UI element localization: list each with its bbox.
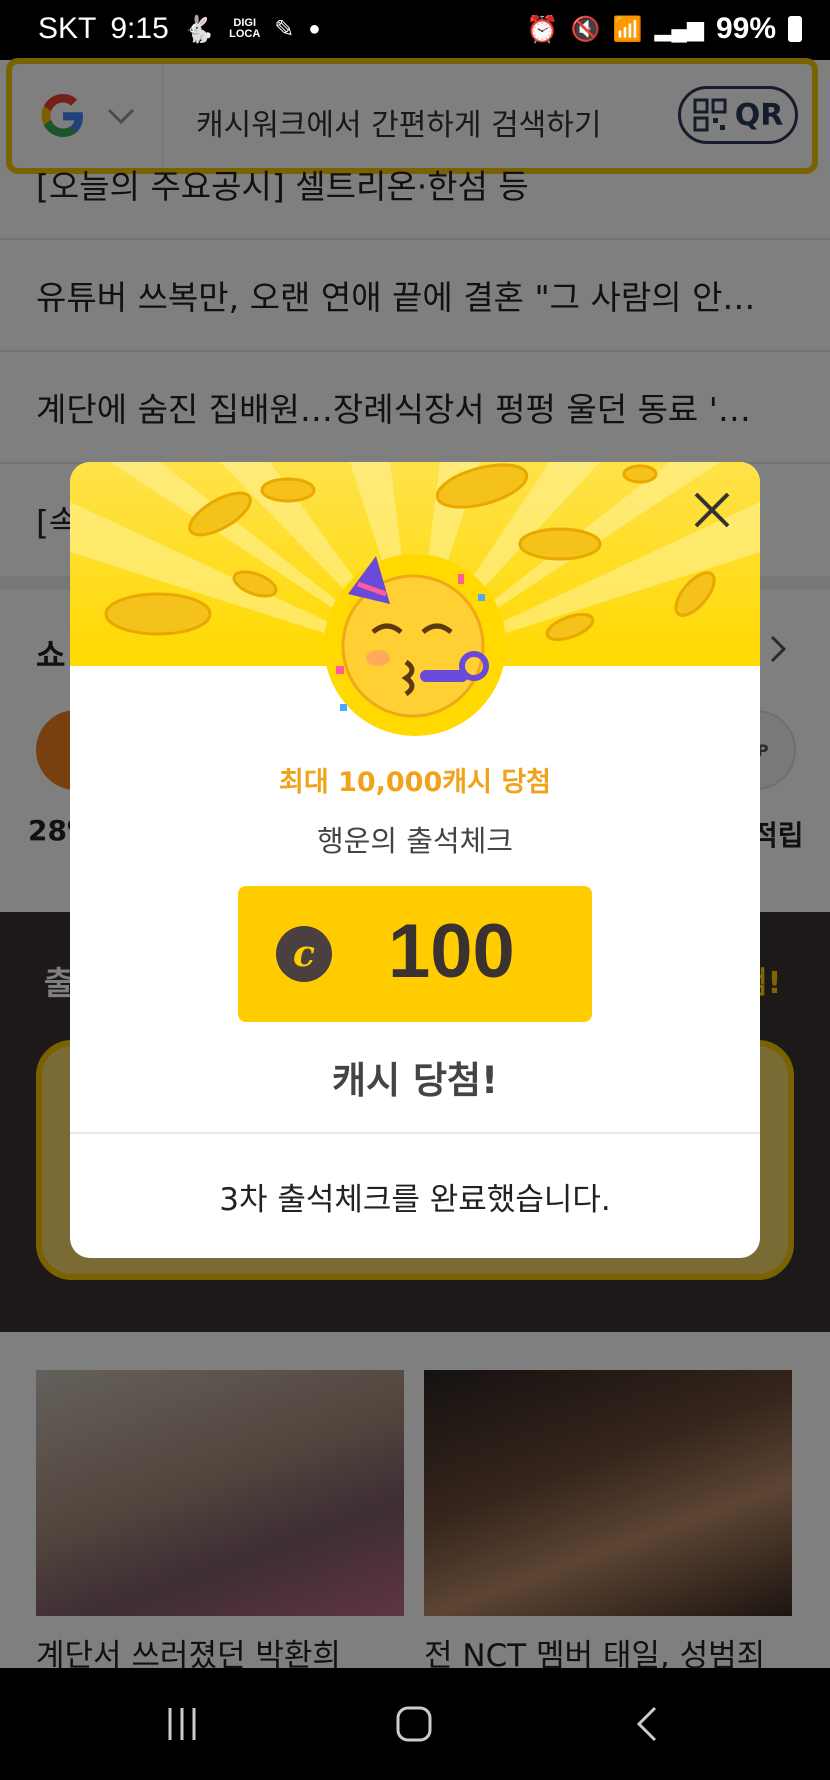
back-icon	[636, 1706, 657, 1742]
more-notifications-dot: ●	[308, 17, 321, 40]
battery-icon	[788, 16, 802, 42]
digiloca-badge: DIGI LOCA	[229, 17, 261, 40]
party-face-icon	[336, 556, 489, 718]
attendance-reward-modal: 최대 10,000캐시 당첨 행운의 출석체크 c 100 캐시 당첨! 3차 …	[70, 462, 760, 1258]
cash-coin-icon: c	[276, 926, 332, 982]
wifi-icon: 📶	[612, 15, 643, 43]
carrier: SKT	[38, 12, 97, 45]
reward-amount: 100	[388, 909, 515, 994]
clock: 9:15	[110, 12, 169, 45]
recent-apps-icon	[168, 1708, 196, 1740]
app-notification-icon: ✎	[274, 15, 295, 43]
signal-icon: ▂▄▆	[654, 16, 704, 41]
completion-message[interactable]: 3차 출석체크를 완료했습니다.	[70, 1174, 760, 1219]
result-label: 캐시 당첨!	[332, 1059, 498, 1102]
alarm-icon: ⏰	[526, 13, 559, 44]
system-navigation-bar	[0, 1668, 830, 1780]
modal-divider	[70, 1132, 760, 1134]
recent-apps-button[interactable]	[152, 1696, 212, 1752]
close-icon[interactable]	[686, 484, 738, 536]
battery-level: 99%	[715, 12, 776, 45]
status-bar: SKT 9:15 🐇 DIGI LOCA ✎ ● ⏰ 🔇 📶 ▂▄▆ 99%	[0, 0, 830, 60]
rabbit-icon: 🐇	[182, 13, 216, 44]
back-button[interactable]	[618, 1696, 678, 1752]
home-button[interactable]	[384, 1696, 444, 1752]
reward-amount-box: c 100	[238, 886, 592, 1022]
mute-icon: 🔇	[570, 15, 601, 43]
prize-kicker: 최대 10,000캐시 당첨	[278, 767, 552, 798]
home-icon	[396, 1706, 432, 1742]
modal-subtitle: 행운의 출석체크	[317, 824, 513, 858]
